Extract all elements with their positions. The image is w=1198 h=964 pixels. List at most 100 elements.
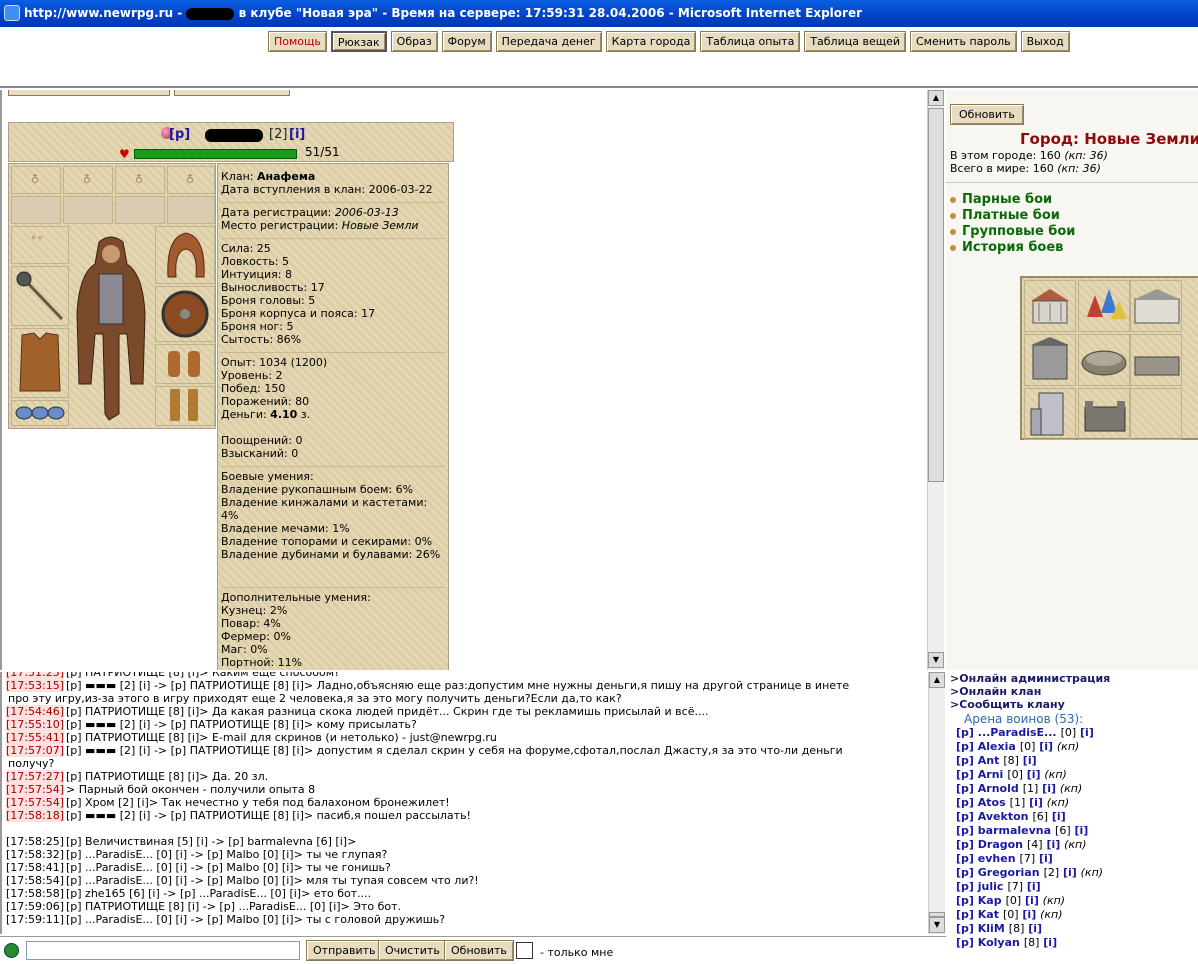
empty-slot-1[interactable] — [11, 196, 61, 224]
weapon-slot[interactable] — [11, 266, 69, 326]
user-prefix[interactable]: [р] — [956, 852, 978, 865]
scroll-up-icon[interactable]: ▲ — [928, 90, 944, 106]
character-prefix[interactable]: [р] — [169, 127, 190, 142]
user-name[interactable]: Kat — [978, 908, 999, 921]
user-info-link[interactable]: [i] — [1043, 838, 1064, 851]
ring-slot-3[interactable]: ♁ — [115, 166, 165, 194]
user-prefix[interactable]: [р] — [956, 796, 978, 809]
online-clan-link[interactable]: >Онлайн клан — [948, 685, 1198, 698]
empty-slot-3[interactable] — [115, 196, 165, 224]
user-name[interactable]: ...ParadisE... — [978, 726, 1057, 739]
user-prefix[interactable]: [р] — [956, 740, 978, 753]
boots-slot[interactable] — [155, 386, 215, 426]
online-user[interactable]: [р] Avekton [6] [i] — [948, 810, 1198, 824]
pair-fights-link[interactable]: Парные бои — [950, 192, 1075, 208]
ring-slot-2[interactable]: ♁ — [63, 166, 113, 194]
clear-button[interactable]: Очистить — [378, 940, 447, 961]
user-info-link[interactable]: [i] — [1019, 754, 1037, 767]
user-prefix[interactable]: [р] — [956, 908, 978, 921]
online-user[interactable]: [р] Alexia [0] [i] (кп) — [948, 740, 1198, 754]
fight-history-link[interactable]: История боев — [950, 240, 1075, 256]
ring-slot-1[interactable]: ♁ — [11, 166, 61, 194]
user-name[interactable]: evhen — [978, 852, 1016, 865]
chat-input[interactable] — [26, 941, 300, 960]
city-refresh-button[interactable]: Обновить — [950, 104, 1024, 125]
user-prefix[interactable]: [р] — [956, 754, 978, 767]
online-user[interactable]: [р] Gregorian [2] [i] (кп) — [948, 866, 1198, 880]
user-name[interactable]: Avekton — [978, 810, 1029, 823]
user-prefix[interactable]: [р] — [956, 782, 978, 795]
user-info-link[interactable]: [i] — [1039, 936, 1057, 949]
user-info-link[interactable]: [i] — [1035, 740, 1056, 753]
only-me-checkbox[interactable] — [516, 942, 533, 959]
help-button[interactable]: Помощь — [268, 31, 327, 52]
user-info-link[interactable]: [i] — [1023, 768, 1044, 781]
backpack-button[interactable]: Рюкзак — [330, 31, 387, 52]
chat-scroll-up-icon[interactable]: ▲ — [929, 672, 945, 688]
mansion-building-icon[interactable] — [1024, 334, 1076, 386]
user-info-link[interactable]: [i] — [1019, 908, 1040, 921]
user-info-link[interactable]: [i] — [1021, 894, 1042, 907]
online-user[interactable]: [р] Kat [0] [i] (кп) — [948, 908, 1198, 922]
colosseum-building-icon[interactable] — [1078, 334, 1130, 386]
user-prefix[interactable]: [р] — [956, 880, 978, 893]
paid-fights-label[interactable]: Платные бои — [962, 208, 1060, 223]
online-user[interactable]: [р] barmalevna [6] [i] — [948, 824, 1198, 838]
send-button[interactable]: Отправить — [306, 940, 383, 961]
user-name[interactable]: Alexia — [978, 740, 1016, 753]
main-scrollbar[interactable]: ▲ ▼ — [927, 90, 944, 670]
user-prefix[interactable]: [р] — [956, 838, 978, 851]
items-table-button[interactable]: Таблица вещей — [804, 31, 906, 52]
castle-building-icon[interactable] — [1078, 388, 1130, 440]
user-name[interactable]: Dragon — [978, 838, 1023, 851]
paid-fights-link[interactable]: Платные бои — [950, 208, 1075, 224]
user-info-link[interactable]: [i] — [1024, 922, 1042, 935]
empty-slot-2[interactable] — [63, 196, 113, 224]
user-info-link[interactable]: [i] — [1071, 824, 1088, 837]
notify-clan-link[interactable]: >Сообщить клану — [948, 698, 1198, 711]
user-info-link[interactable]: [i] — [1076, 726, 1094, 739]
user-name[interactable]: Atos — [978, 796, 1006, 809]
online-user[interactable]: [р] Dragon [4] [i] (кп) — [948, 838, 1198, 852]
clan-name[interactable]: Анафема — [257, 170, 315, 183]
user-prefix[interactable]: [р] — [956, 824, 978, 837]
forum-button[interactable]: Форум — [441, 31, 492, 52]
chat-scrollbar[interactable]: ▲ ▼ — [928, 672, 945, 934]
group-fights-link[interactable]: Групповые бои — [950, 224, 1075, 240]
user-name[interactable]: KliM — [978, 922, 1005, 935]
pair-fights-label[interactable]: Парные бои — [962, 192, 1052, 207]
temple-building-icon[interactable] — [1024, 280, 1076, 332]
user-info-link[interactable]: [i] — [1048, 810, 1066, 823]
character-info-link[interactable]: [i] — [289, 127, 305, 142]
hall-building-icon[interactable] — [1130, 280, 1182, 332]
hidden-button-top-2[interactable] — [174, 90, 290, 96]
online-user[interactable]: [р] evhen [7] [i] — [948, 852, 1198, 866]
user-name[interactable]: barmalevna — [978, 824, 1051, 837]
online-user[interactable]: [р] Arnold [1] [i] (кп) — [948, 782, 1198, 796]
tents-building-icon[interactable] — [1078, 280, 1130, 332]
exp-table-button[interactable]: Таблица опыта — [700, 31, 801, 52]
user-prefix[interactable]: [р] — [956, 810, 978, 823]
user-name[interactable]: julic — [978, 880, 1004, 893]
user-info-link[interactable]: [i] — [1038, 782, 1059, 795]
online-user[interactable]: [р] Arni [0] [i] (кп) — [948, 768, 1198, 782]
image-button[interactable]: Образ — [390, 31, 438, 52]
exit-button[interactable]: Выход — [1020, 31, 1070, 52]
user-prefix[interactable]: [р] — [956, 936, 978, 949]
hidden-button-top[interactable] — [8, 90, 170, 96]
empty-slot-4[interactable] — [167, 196, 215, 224]
group-fights-label[interactable]: Групповые бои — [962, 224, 1075, 239]
scroll-down-icon[interactable]: ▼ — [928, 652, 944, 668]
change-password-button[interactable]: Сменить пароль — [910, 31, 1017, 52]
user-name[interactable]: Kolyan — [978, 936, 1020, 949]
user-prefix[interactable]: [р] — [956, 894, 978, 907]
online-admin-link[interactable]: >Онлайн администрация — [948, 672, 1198, 685]
user-name[interactable]: Arni — [978, 768, 1004, 781]
smiley-icon[interactable] — [4, 943, 19, 958]
user-prefix[interactable]: [р] — [956, 726, 978, 739]
user-info-link[interactable]: [i] — [1035, 852, 1053, 865]
user-info-link[interactable]: [i] — [1059, 866, 1080, 879]
user-info-link[interactable]: [i] — [1023, 880, 1041, 893]
rings-slot[interactable] — [11, 400, 69, 426]
online-user[interactable]: [р] ...ParadisE... [0] [i] — [948, 726, 1198, 740]
